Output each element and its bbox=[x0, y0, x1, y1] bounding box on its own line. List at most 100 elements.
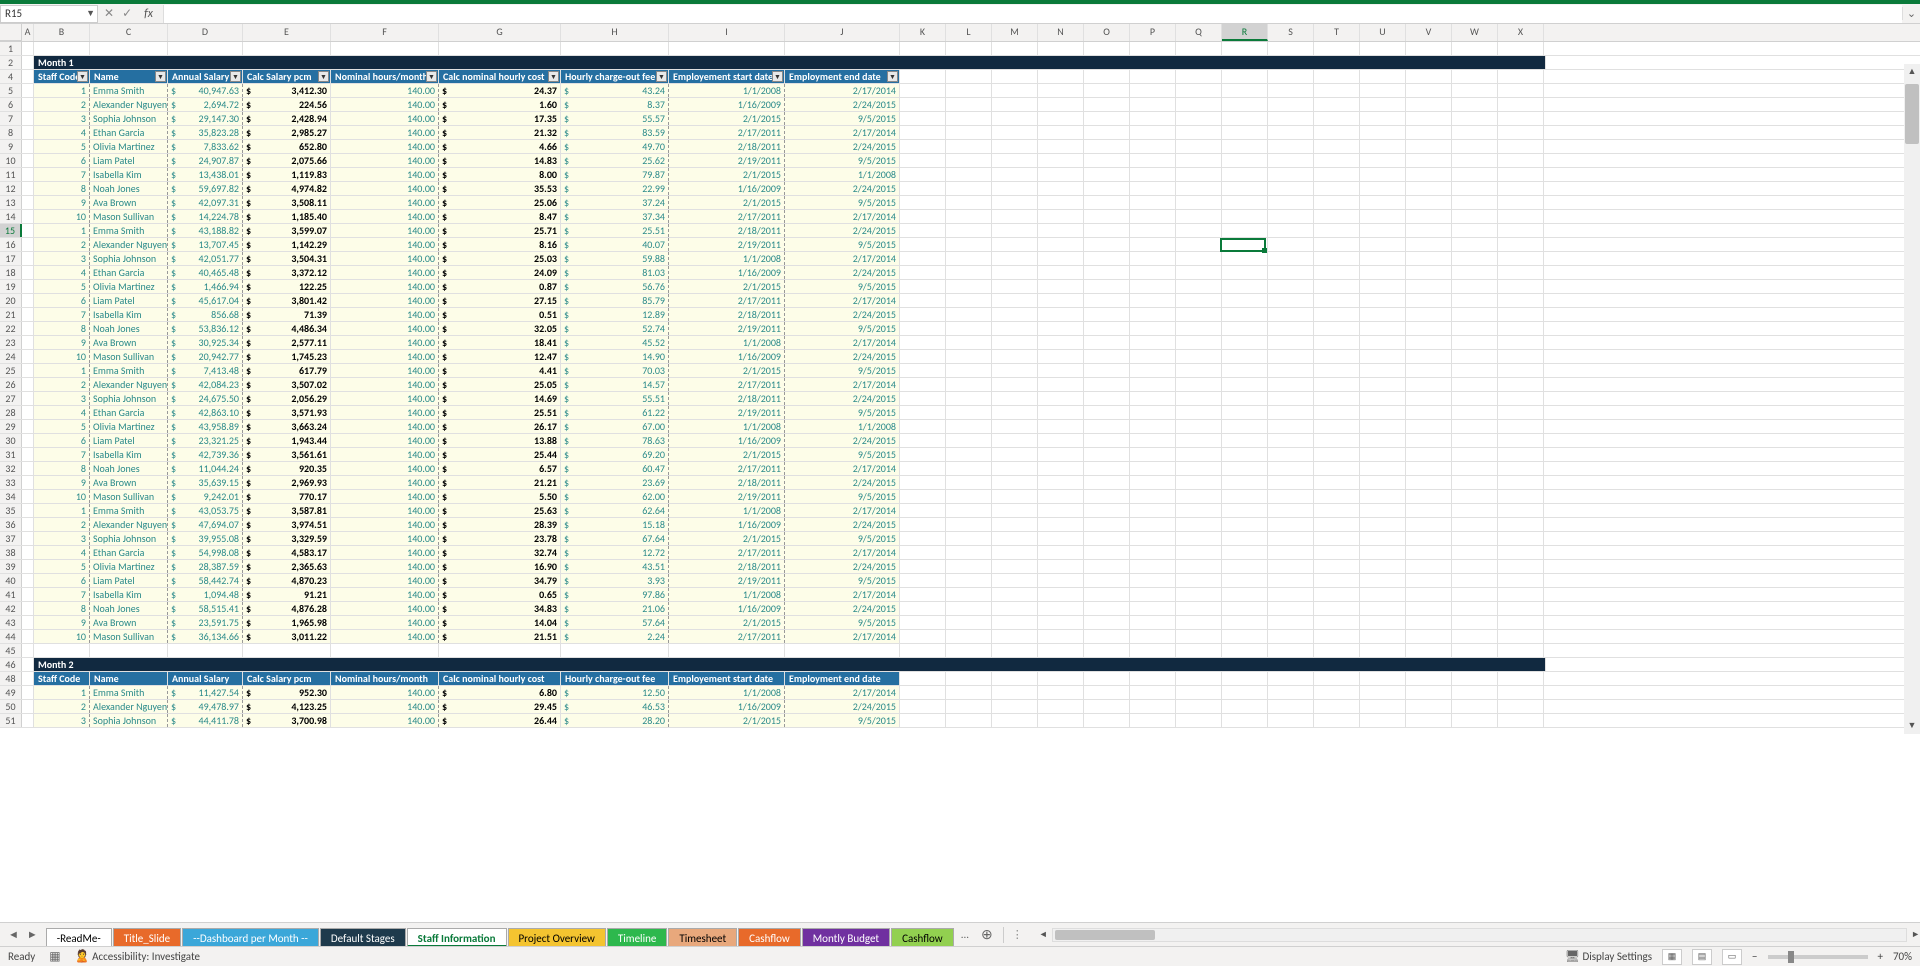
cell-empty[interactable] bbox=[1268, 266, 1314, 279]
cell-empty[interactable] bbox=[946, 392, 992, 405]
cell-empty[interactable] bbox=[1360, 364, 1406, 377]
charge-out-fee[interactable]: $12.72 bbox=[561, 546, 669, 559]
row-header-8[interactable]: 8 bbox=[0, 126, 22, 139]
charge-out-fee[interactable]: $57.64 bbox=[561, 616, 669, 629]
cell-empty[interactable] bbox=[1084, 70, 1130, 83]
cell-empty[interactable] bbox=[1314, 224, 1360, 237]
cell-empty[interactable] bbox=[1452, 280, 1498, 293]
cell-empty[interactable] bbox=[1498, 70, 1544, 83]
cell-empty[interactable] bbox=[1498, 392, 1544, 405]
cell-empty[interactable] bbox=[1452, 196, 1498, 209]
row-header-20[interactable]: 20 bbox=[0, 294, 22, 307]
cell-empty[interactable] bbox=[1038, 322, 1084, 335]
cell-empty[interactable] bbox=[946, 84, 992, 97]
cell-empty[interactable] bbox=[1176, 504, 1222, 517]
cell-empty[interactable] bbox=[1498, 574, 1544, 587]
nominal-hours[interactable]: 140.00 bbox=[331, 112, 439, 125]
cell[interactable] bbox=[22, 322, 34, 335]
row-header-21[interactable]: 21 bbox=[0, 308, 22, 321]
staff-name[interactable]: Emma Smith bbox=[90, 364, 168, 377]
cell-empty[interactable] bbox=[1268, 602, 1314, 615]
cell-empty[interactable] bbox=[1222, 546, 1268, 559]
cell-empty[interactable] bbox=[34, 42, 90, 55]
cell-empty[interactable] bbox=[1130, 126, 1176, 139]
cell-empty[interactable] bbox=[1038, 448, 1084, 461]
calc-hourly-cost[interactable]: $1.60 bbox=[439, 98, 561, 111]
cell-empty[interactable] bbox=[1498, 42, 1544, 55]
charge-out-fee[interactable]: $25.51 bbox=[561, 224, 669, 237]
cell-empty[interactable] bbox=[1360, 266, 1406, 279]
annual-salary[interactable]: $1,094.48 bbox=[168, 588, 243, 601]
cell-empty[interactable] bbox=[900, 280, 946, 293]
cell-empty[interactable] bbox=[1084, 434, 1130, 447]
cell-empty[interactable] bbox=[1314, 700, 1360, 713]
cell[interactable] bbox=[22, 378, 34, 391]
cell[interactable] bbox=[22, 504, 34, 517]
cell-empty[interactable] bbox=[1360, 126, 1406, 139]
cell-empty[interactable] bbox=[900, 42, 946, 55]
column-header-D[interactable]: D bbox=[168, 24, 243, 41]
table-header[interactable]: Nominal hours/month▼ bbox=[331, 70, 439, 83]
cell-empty[interactable] bbox=[1360, 406, 1406, 419]
nominal-hours[interactable]: 140.00 bbox=[331, 630, 439, 643]
cell[interactable] bbox=[22, 252, 34, 265]
cell-empty[interactable] bbox=[1406, 252, 1452, 265]
start-date[interactable]: 2/19/2011 bbox=[669, 406, 785, 419]
cell[interactable] bbox=[22, 462, 34, 475]
cell-empty[interactable] bbox=[900, 602, 946, 615]
sheet-tab[interactable]: -ReadMe- bbox=[46, 928, 112, 948]
cell-empty[interactable] bbox=[1130, 112, 1176, 125]
end-date[interactable]: 9/5/2015 bbox=[785, 714, 900, 727]
cell-empty[interactable] bbox=[992, 532, 1038, 545]
cell-empty[interactable] bbox=[1222, 224, 1268, 237]
cell[interactable] bbox=[22, 336, 34, 349]
charge-out-fee[interactable]: $67.64 bbox=[561, 532, 669, 545]
cell-empty[interactable] bbox=[946, 532, 992, 545]
cell-empty[interactable] bbox=[992, 644, 1038, 657]
cell-empty[interactable] bbox=[1222, 266, 1268, 279]
cell-empty[interactable] bbox=[1176, 266, 1222, 279]
tab-prev-icon[interactable]: ◄ bbox=[8, 928, 19, 941]
cell-empty[interactable] bbox=[1452, 224, 1498, 237]
row-header-29[interactable]: 29 bbox=[0, 420, 22, 433]
row-header-4[interactable]: 4 bbox=[0, 70, 22, 83]
cell-empty[interactable] bbox=[1360, 476, 1406, 489]
cell-empty[interactable] bbox=[992, 378, 1038, 391]
calc-salary-pcm[interactable]: $3,011.22 bbox=[243, 630, 331, 643]
cell-empty[interactable] bbox=[1222, 322, 1268, 335]
vertical-scrollbar[interactable]: ▲ ▼ bbox=[1904, 64, 1920, 734]
calc-salary-pcm[interactable]: $1,965.98 bbox=[243, 616, 331, 629]
cell-empty[interactable] bbox=[992, 70, 1038, 83]
column-header-T[interactable]: T bbox=[1314, 24, 1360, 41]
cell-empty[interactable] bbox=[1130, 252, 1176, 265]
cell-empty[interactable] bbox=[1130, 434, 1176, 447]
nominal-hours[interactable]: 140.00 bbox=[331, 686, 439, 699]
sheet-tab[interactable]: Title_Slide bbox=[113, 928, 181, 948]
cell-empty[interactable] bbox=[1498, 154, 1544, 167]
cell-empty[interactable] bbox=[1268, 406, 1314, 419]
cell-empty[interactable] bbox=[1176, 336, 1222, 349]
nominal-hours[interactable]: 140.00 bbox=[331, 126, 439, 139]
cell-empty[interactable] bbox=[1176, 182, 1222, 195]
cell-empty[interactable] bbox=[1498, 350, 1544, 363]
cell-empty[interactable] bbox=[1176, 364, 1222, 377]
cell-empty[interactable] bbox=[900, 714, 946, 727]
cell-empty[interactable] bbox=[1498, 112, 1544, 125]
table-header[interactable]: Staff Code▼ bbox=[34, 70, 90, 83]
cell-empty[interactable] bbox=[1176, 98, 1222, 111]
cell-empty[interactable] bbox=[1176, 700, 1222, 713]
annual-salary[interactable]: $13,438.01 bbox=[168, 168, 243, 181]
staff-code[interactable]: 3 bbox=[34, 714, 90, 727]
cell-empty[interactable] bbox=[992, 98, 1038, 111]
cell-empty[interactable] bbox=[1360, 630, 1406, 643]
staff-code[interactable]: 3 bbox=[34, 392, 90, 405]
cell-empty[interactable] bbox=[992, 714, 1038, 727]
end-date[interactable]: 2/17/2014 bbox=[785, 126, 900, 139]
cell-empty[interactable] bbox=[1130, 616, 1176, 629]
row-header-48[interactable]: 48 bbox=[0, 672, 22, 685]
staff-name[interactable]: Ethan Garcia bbox=[90, 266, 168, 279]
cell-empty[interactable] bbox=[1498, 588, 1544, 601]
cell-empty[interactable] bbox=[1084, 602, 1130, 615]
table-header[interactable]: Employement start date bbox=[669, 672, 785, 685]
cell-empty[interactable] bbox=[1452, 448, 1498, 461]
